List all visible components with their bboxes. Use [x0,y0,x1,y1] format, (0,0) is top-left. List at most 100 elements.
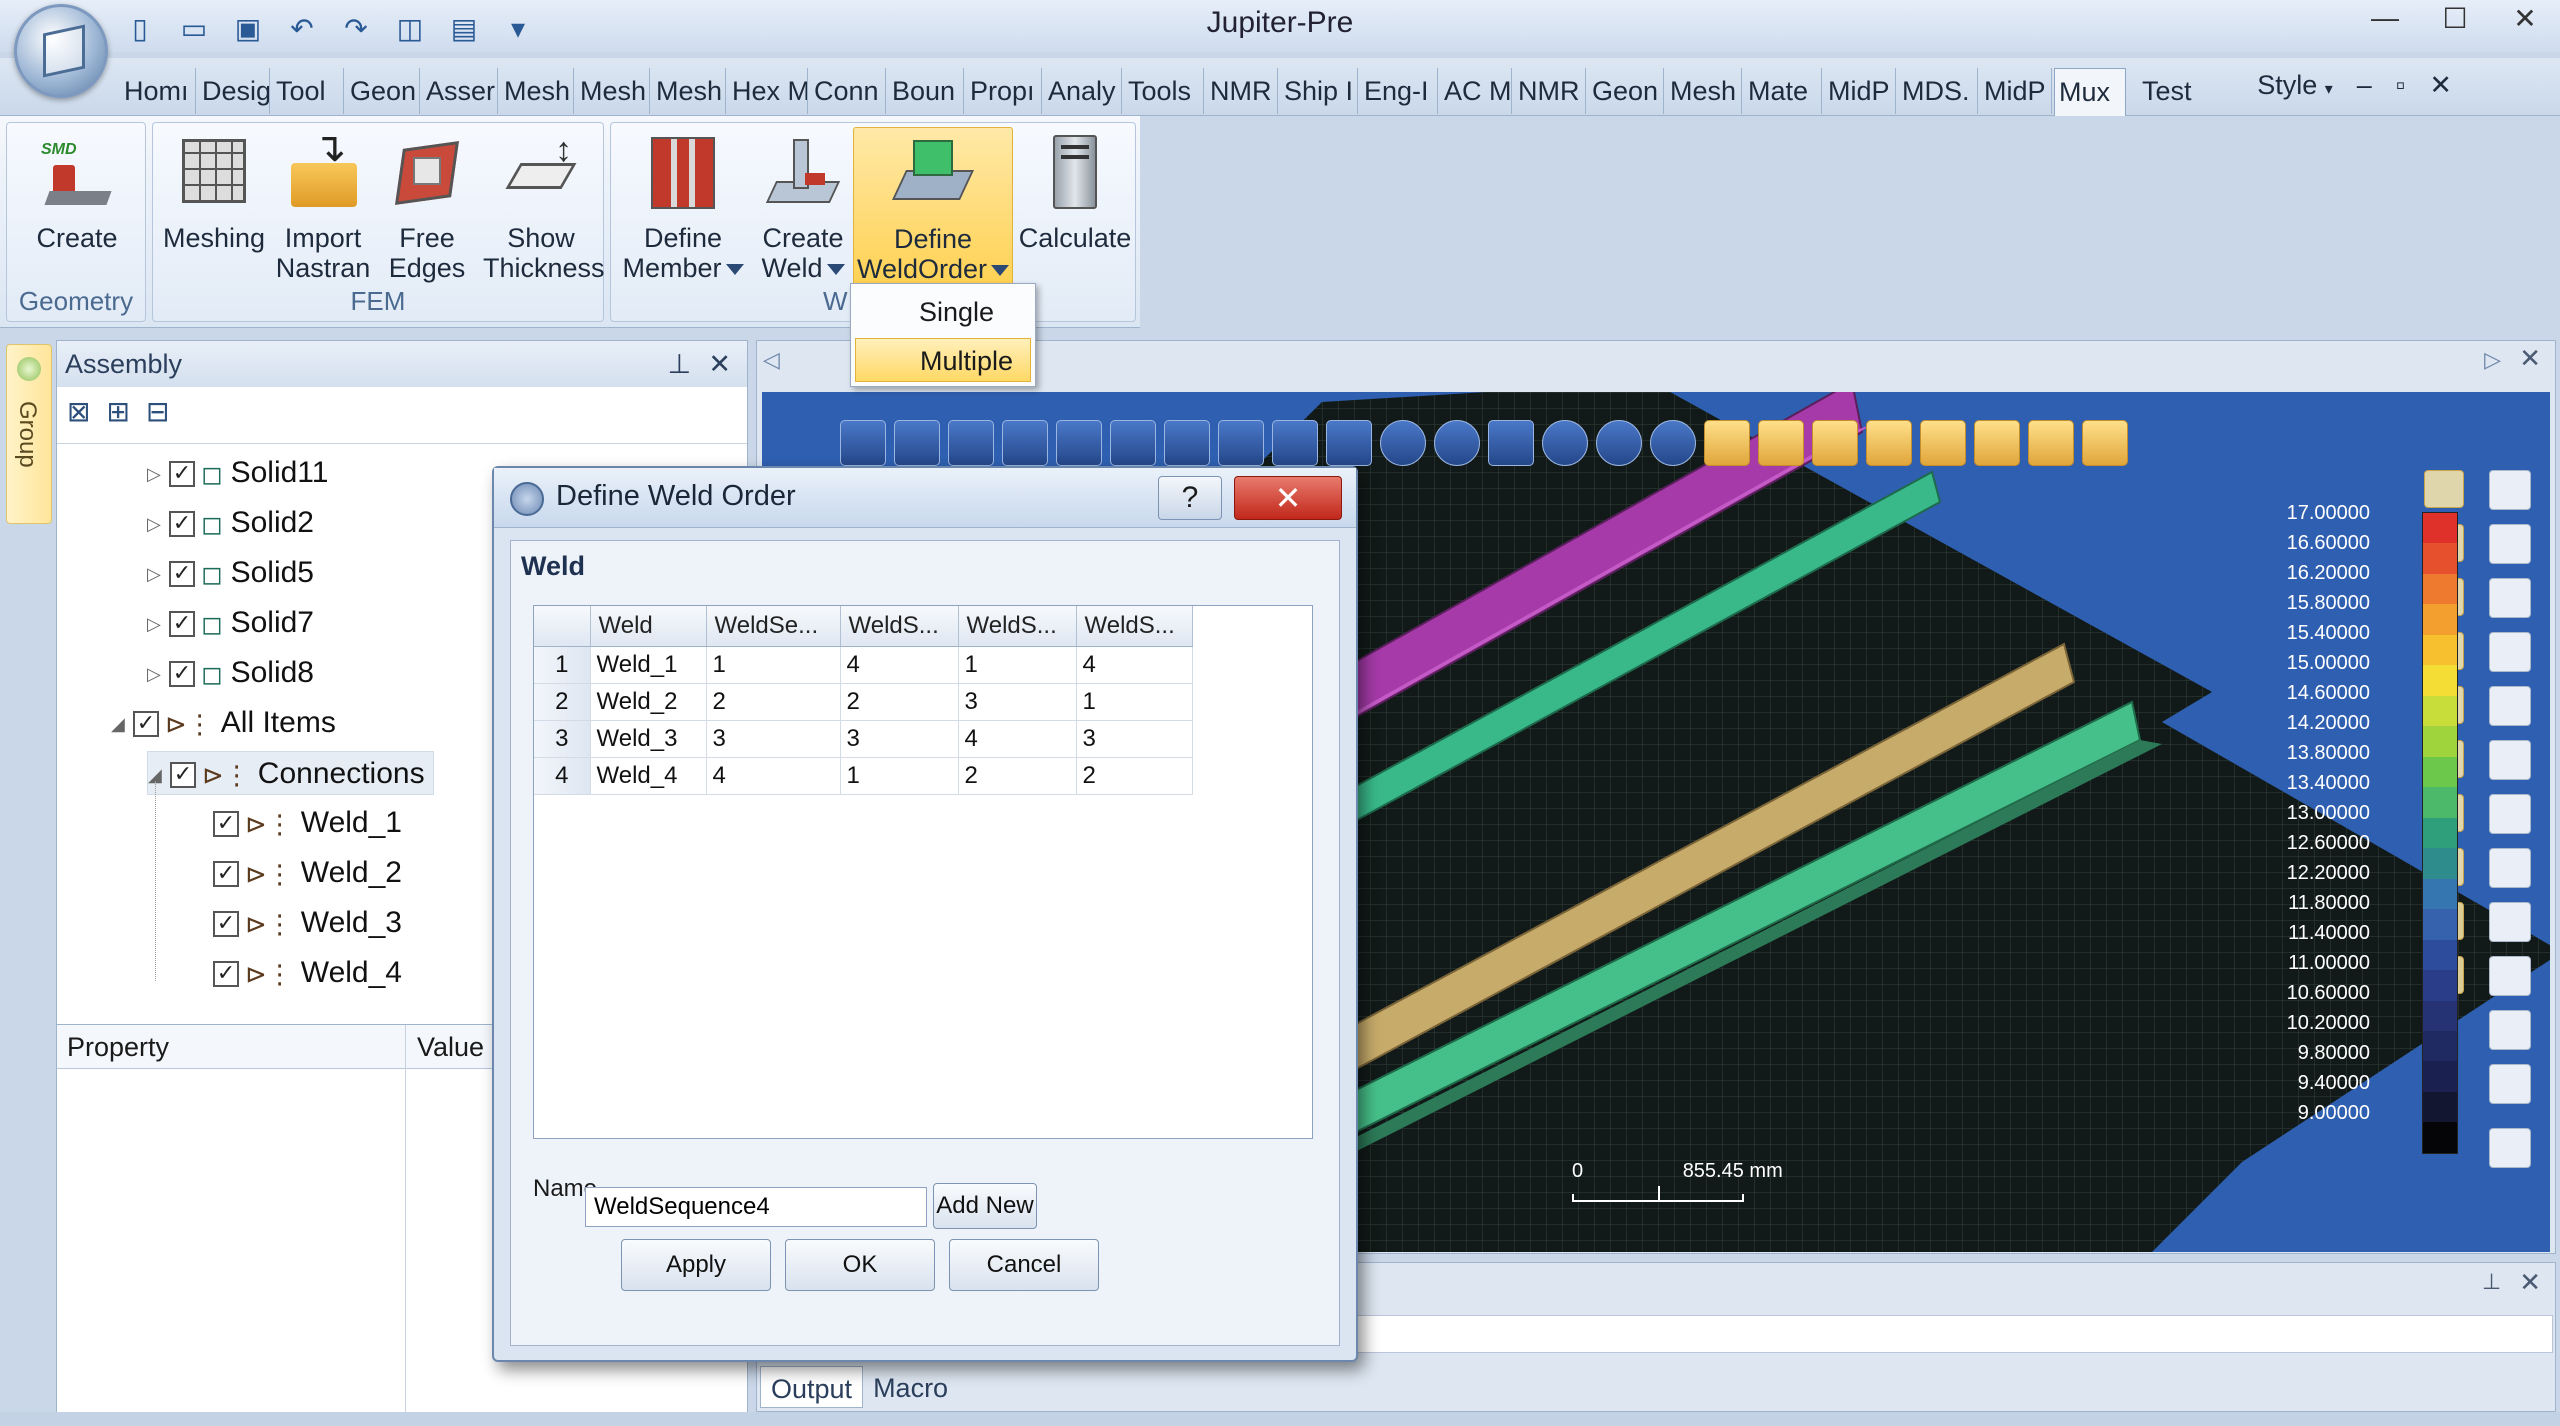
checkbox[interactable]: ✓ [170,762,196,789]
application-menu-button[interactable] [14,4,108,98]
checkbox[interactable]: ✓ [213,911,239,938]
row-number[interactable]: 3 [534,720,591,758]
table-cell[interactable]: 1 [958,646,1077,684]
tab-mesh-4[interactable]: Mesh [1666,68,1742,114]
row-number[interactable]: 4 [534,757,591,795]
tab-material[interactable]: Mate [1744,68,1822,114]
checkbox[interactable]: ✓ [169,661,195,688]
tab-design[interactable]: Desig [198,68,270,114]
table-row[interactable]: 2 Weld_2 2 2 3 1 [534,683,1193,721]
expand-arrow-icon[interactable]: ▷ [147,652,169,696]
table-cell[interactable]: 4 [958,720,1077,758]
explode-icon[interactable] [2082,420,2128,466]
table-cell[interactable]: 1 [1076,683,1193,721]
table-cell[interactable]: 4 [840,646,959,684]
join-icon[interactable] [2489,956,2531,996]
rotate-icon[interactable] [1380,420,1426,466]
table-cell[interactable]: Weld_3 [590,720,707,758]
maximize-icon[interactable]: ☐ [2420,0,2490,36]
expand-arrow-icon[interactable]: ▷ [147,452,169,496]
tab-nmr-1[interactable]: NMR [1206,68,1278,114]
row-number[interactable]: 2 [534,683,591,721]
tab-property[interactable]: Propı [966,68,1042,114]
checkbox[interactable]: ✓ [133,711,159,738]
tab-mds[interactable]: MDS. [1898,68,1978,114]
cut-icon[interactable] [2489,902,2531,942]
pin-icon[interactable]: ⊥ [2482,1269,2501,1295]
checkbox[interactable]: ✓ [169,461,195,488]
transparency-icon[interactable] [1920,420,1966,466]
expand-arrow-icon[interactable]: ▷ [147,552,169,596]
tree-item[interactable]: ✓ ⊳⋮ Weld_4 [213,951,402,995]
view-iso-icon[interactable] [1164,420,1210,466]
ribbon-restore-icon[interactable]: ▫ [2396,70,2406,100]
tree-item[interactable]: ▷ ✓ ◻ Solid11 [147,451,328,495]
tree-item[interactable]: ✓ ⊳⋮ Weld_1 [213,801,402,845]
ribbon-minimize-icon[interactable]: – [2357,70,2372,100]
close-toolbar-icon[interactable] [2489,1128,2531,1168]
zoom-out-icon[interactable] [1596,420,1642,466]
solid-cube-icon[interactable] [2489,470,2531,510]
pin-icon[interactable]: ⊥ [667,341,691,387]
edge-pencil-icon[interactable] [2489,524,2531,564]
tab-connection[interactable]: Conn [810,68,886,114]
box-corner-icon[interactable] [2489,632,2531,672]
column-header[interactable]: WeldS... [958,606,1077,647]
tab-ac-m[interactable]: AC M [1440,68,1512,114]
value-column-header[interactable]: Value [417,1025,484,1069]
view-right-icon[interactable] [1002,420,1048,466]
trim-icon[interactable] [2489,848,2531,888]
group-side-tab[interactable]: Group [6,344,52,524]
collapse-arrow-icon[interactable]: ◢ [111,702,133,746]
checkbox[interactable]: ✓ [213,861,239,888]
tab-eng[interactable]: Eng-I [1360,68,1438,114]
meshing-button[interactable]: Meshing [159,133,269,253]
ok-button[interactable]: OK [785,1239,935,1291]
collapse-arrow-icon[interactable]: ◢ [148,753,170,797]
checkbox[interactable]: ✓ [169,611,195,638]
row-number[interactable]: 1 [534,646,591,684]
column-header[interactable]: Weld [590,606,707,647]
tab-midp-2[interactable]: MidP [1980,68,2052,114]
split-face-icon[interactable] [2489,740,2531,780]
help-button[interactable]: ? [1158,476,1222,520]
close-icon[interactable]: ✕ [2519,343,2541,374]
close-icon[interactable]: ✕ [2490,0,2560,36]
define-weldorder-button[interactable]: Define WeldOrder [853,127,1013,297]
shaded-icon[interactable] [1704,420,1750,466]
tab-macro[interactable]: Macro [863,1366,958,1408]
tab-tools[interactable]: Tools [1124,68,1204,114]
tree-item[interactable]: ▷ ✓ ◻ Solid5 [147,551,314,595]
create-weld-button[interactable]: Create Weld [751,133,855,283]
tree-item[interactable]: ▷ ✓ ◻ Solid8 [147,651,314,695]
tree-item[interactable]: ✓ ⊳⋮ Weld_3 [213,901,402,945]
expand-arrow-icon[interactable]: ▷ [147,502,169,546]
filter-clear-icon[interactable]: ⊠ [67,395,90,428]
create-button[interactable]: SMD Create [15,133,139,253]
show-thickness-button[interactable]: ↕ Show Thickness [483,133,605,283]
tab-geometry-2[interactable]: Geon [1588,68,1664,114]
table-row[interactable]: 1 Weld_1 1 4 1 4 [534,646,1193,684]
face-icon[interactable] [2489,686,2531,726]
menu-item-single[interactable]: Single [855,290,1031,334]
box-icon[interactable] [2489,578,2531,618]
close-icon[interactable]: ✕ [2519,1267,2541,1298]
axis-icon[interactable] [2489,1010,2531,1050]
pan-icon[interactable] [1434,420,1480,466]
fit-view-icon[interactable] [1488,420,1534,466]
column-header[interactable]: WeldS... [840,606,959,647]
view-back-icon[interactable] [894,420,940,466]
close-icon[interactable]: ✕ [708,341,731,387]
menu-item-multiple[interactable]: Multiple [855,338,1031,382]
checkbox[interactable]: ✓ [169,511,195,538]
tab-midp-1[interactable]: MidP [1824,68,1896,114]
view-front-icon[interactable] [840,420,886,466]
table-cell[interactable]: 1 [840,757,959,795]
calculate-button[interactable]: Calculate [1017,133,1133,253]
view-left-icon[interactable] [948,420,994,466]
style-menu[interactable]: Style ▾ – ▫ ✕ [2257,70,2452,101]
tab-ship[interactable]: Ship I [1280,68,1358,114]
table-cell[interactable]: 3 [840,720,959,758]
table-cell[interactable]: 2 [706,683,841,721]
table-cell[interactable]: 3 [958,683,1077,721]
